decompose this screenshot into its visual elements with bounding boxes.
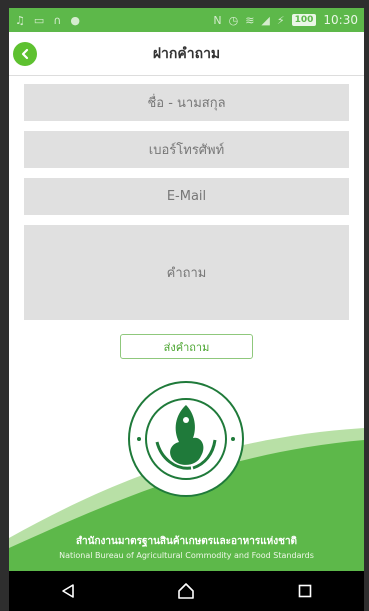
image-icon: ▭ [33,13,45,27]
back-icon [62,584,74,598]
phone-placeholder: เบอร์โทรศัพท์ [148,143,225,158]
device-frame: ♫ ▭ ∩ ● N ◷ ≋ ◢ ⚡ 100 10:30 ฝากคำถาม ชื่… [0,0,369,611]
app-bar: ฝากคำถาม [9,32,364,76]
signal-icon: ◢ [261,13,270,27]
music-icon: ♫ [15,13,25,27]
nfc-icon: N [213,13,222,27]
recents-icon [298,584,312,598]
phone-screen: ♫ ▭ ∩ ● N ◷ ≋ ◢ ⚡ 100 10:30 ฝากคำถาม ชื่… [9,8,364,611]
question-placeholder: คำถาม [166,266,207,281]
footer-org: สำนักงานมาตรฐานสินค้าเกษตรและอาหารแห่งชา… [9,534,364,560]
email-placeholder: E-Mail [166,189,207,204]
headphones-icon: ∩ [53,13,62,27]
email-field[interactable]: E-Mail [24,178,349,215]
battery-indicator: 100 [291,14,317,26]
acfs-logo [128,381,244,497]
home-icon [178,583,195,599]
org-name-en: National Bureau of Agricultural Commodit… [59,551,314,560]
charging-icon: ⚡ [276,13,285,27]
question-field[interactable]: คำถาม [24,225,349,320]
back-button[interactable] [13,42,37,66]
nav-recents-button[interactable] [290,576,320,606]
question-form: ชื่อ - นามสกุล เบอร์โทรศัพท์ E-Mail คำถา… [24,84,349,330]
phone-field[interactable]: เบอร์โทรศัพท์ [24,131,349,168]
name-field[interactable]: ชื่อ - นามสกุล [24,84,349,121]
system-nav-bar [9,571,364,611]
nav-back-button[interactable] [53,576,83,606]
status-bar: ♫ ▭ ∩ ● N ◷ ≋ ◢ ⚡ 100 10:30 [9,8,364,32]
page-title: ฝากคำถาม [152,45,221,62]
nav-home-button[interactable] [171,576,201,606]
name-placeholder: ชื่อ - นามสกุล [147,96,226,111]
chevron-left-icon [21,48,29,60]
alarm-icon: ◷ [228,13,239,27]
status-time: 10:30 [323,13,358,27]
android-icon: ● [70,13,80,27]
wifi-icon: ≋ [245,13,255,27]
submit-question-button[interactable]: ส่งคำถาม [120,334,253,359]
org-name-th: สำนักงานมาตรฐานสินค้าเกษตรและอาหารแห่งชา… [75,536,298,547]
